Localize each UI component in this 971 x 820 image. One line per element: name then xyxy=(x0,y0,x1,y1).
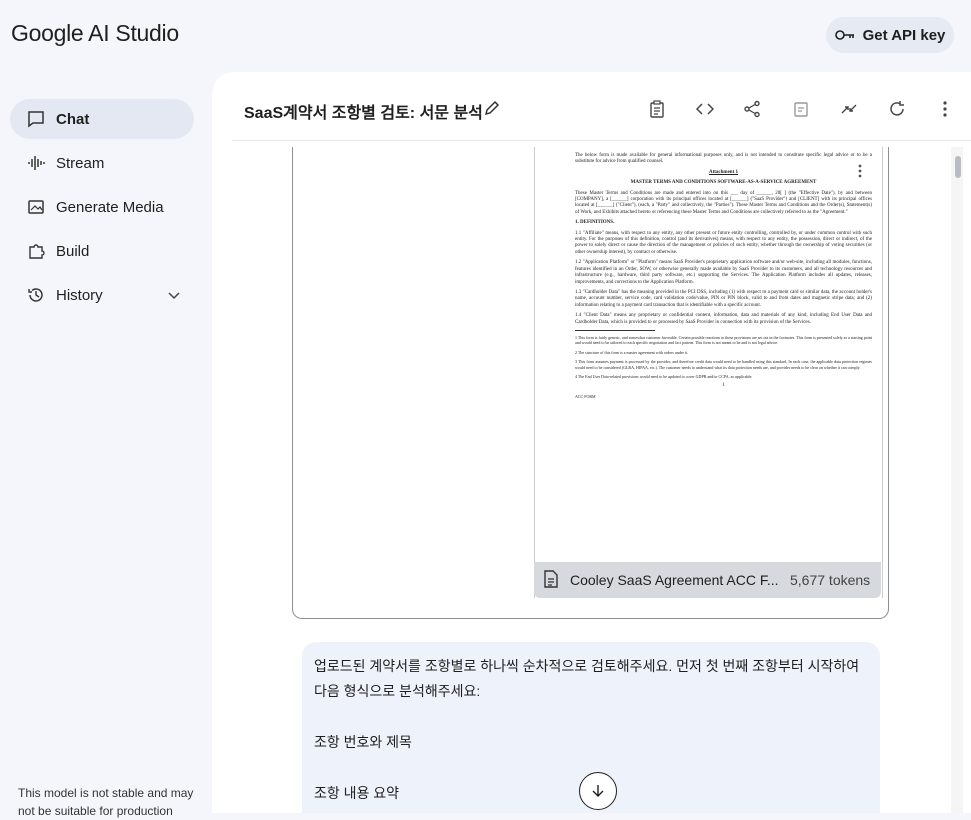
compress-icon[interactable] xyxy=(838,98,860,120)
doc-section: 1. DEFINITIONS. xyxy=(575,220,615,226)
prompt-line: 조항 번호와 제목 xyxy=(314,734,412,750)
main-panel: SaaS계약서 조항별 검토: 서문 분석 The below form is … xyxy=(212,72,971,813)
get-api-key-button[interactable]: Get API key xyxy=(826,17,954,53)
sidebar-item-label: Generate Media xyxy=(56,198,164,216)
doc-footnote: 3 This form assumes payment is processed… xyxy=(575,359,872,370)
app-logo: Google AI Studio xyxy=(11,20,179,46)
history-icon xyxy=(26,285,46,305)
compare-icon[interactable] xyxy=(790,98,812,120)
sidebar-item-chat[interactable]: Chat xyxy=(10,99,194,139)
doc-footer-left: ACC FORM xyxy=(575,393,596,399)
attachment-filename: Cooley SaaS Agreement ACC F... xyxy=(570,572,779,588)
arrow-down-icon xyxy=(592,785,604,797)
code-icon[interactable] xyxy=(694,98,716,120)
refresh-icon[interactable] xyxy=(886,98,908,120)
sidebar-item-build[interactable]: Build xyxy=(10,231,194,271)
header-divider xyxy=(232,140,971,141)
stream-icon xyxy=(26,153,46,173)
document-page: The below form is made available for gen… xyxy=(535,147,882,400)
scroll-down-button[interactable] xyxy=(579,772,617,810)
doc-para: These Master Terms and Conditions are ma… xyxy=(575,190,872,215)
sidebar-item-label: Stream xyxy=(56,154,105,172)
sidebar-item-label: Build xyxy=(56,242,90,260)
doc-page-number: 1 xyxy=(722,383,725,389)
sidebar-item-generate-media[interactable]: Generate Media xyxy=(10,187,194,227)
sidebar-item-stream[interactable]: Stream xyxy=(10,143,194,183)
doc-definition: 1.3 "Cardholder Data" has the meaning pr… xyxy=(575,289,872,308)
build-icon xyxy=(26,241,46,261)
document-preview[interactable]: The below form is made available for gen… xyxy=(534,147,883,598)
doc-intro: The below form is made available for gen… xyxy=(575,153,872,165)
chat-icon xyxy=(26,109,46,129)
doc-definition: 1.1 "Affiliate" means, with respect to a… xyxy=(575,230,872,255)
more-icon[interactable] xyxy=(858,164,862,183)
doc-footnote: 2 The structure of this form is a master… xyxy=(575,349,689,355)
scrollbar-track[interactable] xyxy=(951,147,963,813)
clipboard-icon[interactable] xyxy=(646,98,668,120)
key-icon xyxy=(834,30,854,40)
sidebar-item-label: Chat xyxy=(56,110,90,128)
doc-attachment-label: Attachment 1 xyxy=(708,169,739,175)
media-icon xyxy=(26,197,46,217)
doc-footnote: 1 This form is fairly generic, and somew… xyxy=(575,334,873,346)
page-title: SaaS계약서 조항별 검토: 서문 분석 xyxy=(244,105,483,122)
get-api-key-label: Get API key xyxy=(862,26,946,44)
doc-footnote: 4 The End User Data-related provisions w… xyxy=(575,373,753,379)
chevron-down-icon[interactable] xyxy=(168,287,180,304)
doc-definition: 1.2 "Application Platform" or "Platform"… xyxy=(575,260,872,285)
doc-heading: MASTER TERMS AND CONDITIONS SOFTWARE-AS-… xyxy=(630,180,817,186)
model-stability-note: This model is not stable and may not be … xyxy=(18,786,194,818)
share-icon[interactable] xyxy=(741,98,763,120)
edit-title-icon[interactable] xyxy=(483,99,501,122)
scrollbar-thumb[interactable] xyxy=(955,156,961,178)
footnote-divider xyxy=(575,329,655,331)
sidebar-item-history[interactable]: History xyxy=(10,275,194,315)
prompt-line: 업로드된 계약서를 조항별로 하나씩 순차적으로 검토해주세요. 먼저 첫 번째… xyxy=(314,658,860,699)
attachment-footer[interactable]: Cooley SaaS Agreement ACC F... 5,677 tok… xyxy=(534,562,881,598)
doc-definition: 1.4 "Client Data" means any proprietary … xyxy=(575,313,872,325)
sidebar-item-label: History xyxy=(56,286,103,304)
more-icon[interactable] xyxy=(934,98,956,120)
attachment-token-count: 5,677 tokens xyxy=(790,572,871,588)
document-icon xyxy=(544,569,558,591)
